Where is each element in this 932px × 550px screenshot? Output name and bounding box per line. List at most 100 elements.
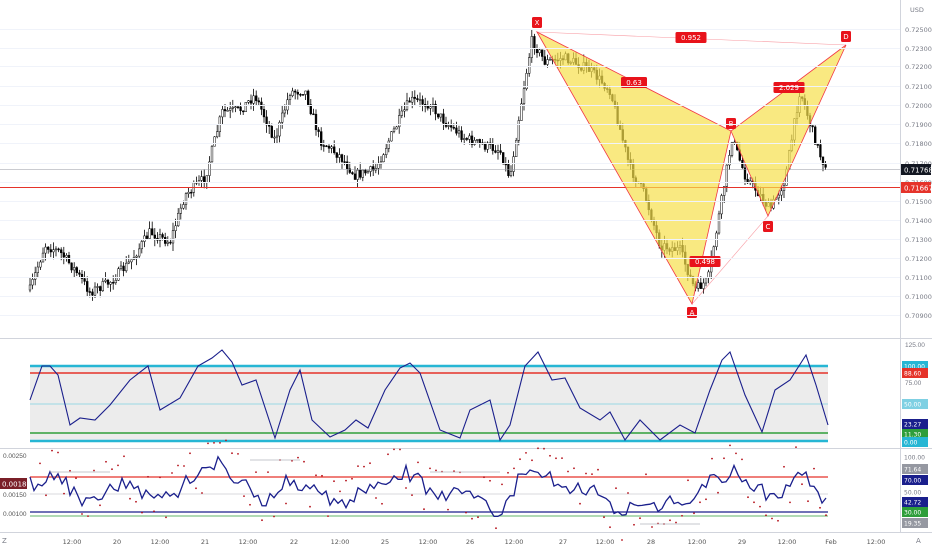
pattern-point-a[interactable]: A bbox=[687, 307, 697, 318]
candle-body bbox=[543, 56, 546, 65]
pattern-point-d[interactable]: D bbox=[841, 31, 851, 42]
candle-body bbox=[356, 169, 359, 180]
pattern-ratio-label[interactable]: 0.952 bbox=[675, 32, 707, 43]
osc-dot bbox=[105, 460, 107, 463]
osc-dot bbox=[729, 444, 731, 447]
candle-body bbox=[270, 126, 273, 138]
price-tick-label: 0.71100 bbox=[905, 274, 932, 282]
candle-body bbox=[780, 190, 783, 196]
osc-dot bbox=[81, 513, 83, 515]
price-tick-label: 0.71500 bbox=[905, 198, 932, 206]
candle-body bbox=[346, 161, 349, 169]
candle-body bbox=[205, 175, 208, 184]
candle-body bbox=[247, 100, 250, 103]
candle-body bbox=[171, 230, 175, 244]
osc-dot bbox=[99, 504, 101, 507]
osc-dot bbox=[303, 460, 305, 463]
rsi-pane[interactable]: 125.0075.00100.0088.6050.0023.2711.300.0… bbox=[29, 342, 928, 447]
candle-body bbox=[483, 143, 487, 150]
candle-body bbox=[179, 207, 182, 214]
candle-body bbox=[231, 107, 234, 109]
osc-dot bbox=[609, 526, 611, 529]
harmonic-pattern[interactable]: X A B C D 0.952 0.63 2.029 0.498 bbox=[532, 17, 851, 318]
candle-body bbox=[468, 135, 471, 140]
osc-dot bbox=[615, 487, 617, 490]
oscillator-pane[interactable]: 0.00250 0.00150 0.00100 100.00 71.64 70.00 50.… bbox=[3, 439, 928, 541]
osc-dot bbox=[555, 457, 557, 460]
candle-body bbox=[364, 169, 367, 174]
time-tick-label: 12:00 bbox=[867, 538, 886, 546]
osc-dot bbox=[387, 453, 389, 456]
time-tick-label: 12:00 bbox=[505, 538, 524, 546]
osc-dot bbox=[465, 511, 467, 514]
svg-text:88.60: 88.60 bbox=[904, 371, 921, 378]
candle-body bbox=[114, 280, 117, 283]
osc-dot bbox=[759, 505, 761, 508]
price-axis[interactable]: 0.72500 0.72300 0.72200 0.72100 0.72000 0.719… bbox=[0, 6, 932, 320]
osc-dot bbox=[315, 474, 317, 477]
time-axis[interactable]: 12:00 20 12:00 21 12:00 22 12:00 25 12:00 26 12:00… bbox=[63, 538, 886, 546]
candle-body bbox=[408, 100, 411, 103]
candle-body bbox=[730, 142, 734, 156]
pattern-point-c[interactable]: C bbox=[763, 221, 773, 232]
candle-body bbox=[509, 171, 513, 176]
candle-body bbox=[283, 109, 286, 114]
svg-text:0.00: 0.00 bbox=[904, 440, 918, 447]
price-tick-label: 0.71000 bbox=[905, 293, 932, 301]
candle-body bbox=[106, 279, 110, 285]
candle-body bbox=[395, 126, 398, 130]
osc-dot bbox=[747, 496, 749, 499]
time-tick-label: 21 bbox=[201, 538, 209, 546]
candle-body bbox=[122, 265, 125, 272]
candle-body bbox=[777, 194, 780, 199]
svg-text:0.952: 0.952 bbox=[681, 34, 701, 42]
osc-value-badge: 70.00 bbox=[902, 475, 928, 485]
osc-dot bbox=[513, 467, 515, 470]
osc-dot bbox=[261, 519, 263, 522]
candle-body bbox=[335, 152, 338, 158]
candle-body bbox=[366, 171, 370, 174]
osc-dot bbox=[327, 515, 329, 517]
candle-body bbox=[39, 261, 42, 268]
pattern-ratio-label[interactable]: 0.498 bbox=[689, 256, 721, 267]
osc-dot bbox=[375, 497, 377, 499]
osc-dot bbox=[471, 517, 473, 520]
candle-body bbox=[392, 128, 396, 132]
pattern-point-x[interactable]: X bbox=[532, 17, 542, 28]
time-tick-label: 12:00 bbox=[151, 538, 170, 546]
trading-chart[interactable]: X A B C D 0.952 0.63 2.029 0.498 125.00 75.00 100.… bbox=[0, 0, 932, 550]
svg-text:0.63: 0.63 bbox=[626, 79, 642, 87]
pattern-bcd-triangle[interactable] bbox=[730, 44, 847, 217]
candle-body bbox=[153, 234, 156, 239]
osc-dot bbox=[111, 468, 113, 471]
chart-window: X A B C D 0.952 0.63 2.029 0.498 125.00 75.00 100.… bbox=[0, 0, 932, 550]
osc-value-badge: 71.64 bbox=[902, 464, 928, 474]
candle-body bbox=[216, 131, 219, 138]
candle-body bbox=[182, 204, 185, 209]
oscillator-line[interactable] bbox=[29, 455, 827, 518]
osc-dot bbox=[693, 512, 695, 515]
candle-body bbox=[78, 272, 81, 275]
candle-body bbox=[312, 113, 315, 116]
osc-dot bbox=[195, 487, 197, 490]
osc-dot bbox=[249, 503, 251, 506]
candle-body bbox=[535, 48, 539, 54]
candle-body bbox=[528, 57, 531, 74]
price-unit-label: USD bbox=[910, 6, 924, 14]
pattern-ratio-label[interactable]: 2.029 bbox=[773, 82, 805, 93]
osc-tick-label: 0.00150 bbox=[3, 492, 27, 499]
candle-body bbox=[452, 127, 455, 129]
osc-dot bbox=[549, 454, 551, 457]
osc-dot bbox=[681, 514, 683, 517]
candle-body bbox=[741, 160, 744, 169]
price-tick-label: 0.71300 bbox=[905, 236, 932, 244]
osc-dot bbox=[687, 479, 689, 482]
candle-body bbox=[314, 113, 318, 131]
pattern-point-b[interactable]: B bbox=[726, 118, 736, 129]
osc-dot bbox=[489, 479, 491, 482]
candle-body bbox=[496, 150, 500, 153]
candle-body bbox=[307, 90, 310, 105]
candle-body bbox=[517, 120, 520, 141]
osc-dot bbox=[297, 456, 299, 459]
time-tick-label: 29 bbox=[738, 538, 746, 546]
